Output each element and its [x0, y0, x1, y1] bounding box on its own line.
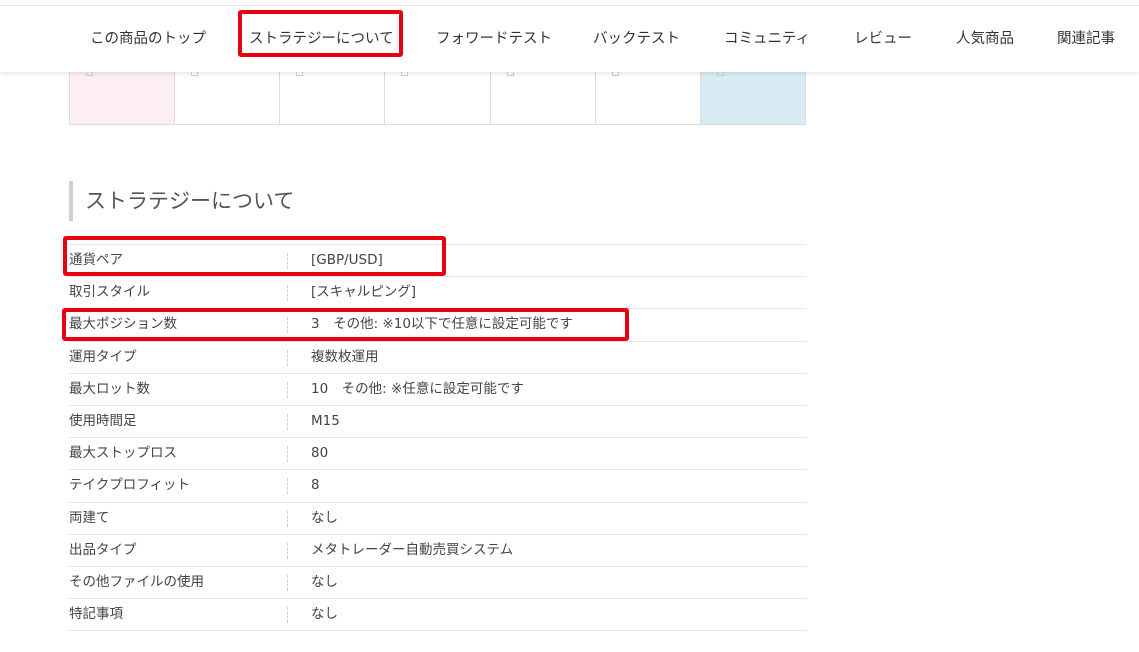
spec-value: 80	[311, 445, 329, 462]
divider	[287, 317, 288, 334]
product-nav-bar: この商品のトップ ストラテジーについて フォワードテスト バックテスト コミュニ…	[0, 5, 1139, 72]
nav-tab-popular[interactable]: 人気商品	[956, 6, 1014, 72]
nav-tab-related[interactable]: 関連記事	[1057, 6, 1115, 72]
spec-row-timeframe: 使用時間足 M15	[69, 406, 806, 439]
spec-value: 3 その他: ※10以下で任意に設定可能です	[311, 316, 573, 333]
divider	[287, 446, 288, 463]
spec-row-hedging: 両建て なし	[69, 503, 806, 535]
tile-marker	[611, 72, 619, 76]
spec-label: 最大ロット数	[69, 380, 150, 397]
nav-tab-product-top[interactable]: この商品のトップ	[90, 6, 206, 72]
tile-marker	[296, 72, 304, 76]
tile	[175, 72, 281, 124]
spec-value: 8	[311, 477, 320, 494]
nav-tab-forward-test[interactable]: フォワードテスト	[436, 6, 552, 72]
spec-row-take-profit: テイクプロフィット 8	[69, 470, 806, 503]
divider	[287, 478, 288, 495]
nav-tab-community[interactable]: コミュニティ	[724, 6, 810, 72]
spec-label: 最大ストップロス	[69, 445, 177, 462]
divider	[287, 542, 288, 559]
spec-label: 両建て	[69, 509, 110, 526]
spec-label: 通貨ペア	[69, 252, 123, 268]
tile-blue	[700, 72, 805, 124]
spec-label: 運用タイプ	[69, 348, 137, 365]
divider	[287, 381, 288, 398]
section-title: ストラテジーについて	[69, 181, 294, 221]
spec-label: 特記事項	[69, 606, 123, 623]
tile	[280, 72, 386, 124]
divider	[287, 510, 288, 527]
spec-label: その他ファイルの使用	[69, 573, 204, 590]
spec-value: 10 その他: ※任意に設定可能です	[311, 380, 524, 397]
tile	[385, 72, 491, 124]
divider	[287, 285, 288, 302]
spec-row-max-stop-loss: 最大ストップロス 80	[69, 438, 806, 471]
calendar-tile-strip	[69, 72, 806, 125]
spec-label: 出品タイプ	[69, 541, 137, 558]
tile-marker	[191, 72, 199, 76]
tile-marker	[86, 72, 93, 76]
spec-value: [GBP/USD]	[311, 252, 383, 268]
spec-label: テイクプロフィット	[69, 477, 190, 494]
divider	[287, 413, 288, 430]
nav-tab-review[interactable]: レビュー	[854, 6, 912, 72]
tile-marker	[716, 72, 724, 76]
spec-row-notes: 特記事項 なし	[69, 599, 806, 632]
nav-tab-strategy[interactable]: ストラテジーについて	[249, 6, 394, 72]
spec-row-max-lots: 最大ロット数 10 その他: ※任意に設定可能です	[69, 374, 806, 406]
nav-tab-backtest[interactable]: バックテスト	[593, 6, 680, 72]
spec-value: 複数枚運用	[311, 348, 379, 365]
tile	[596, 72, 701, 124]
spec-value: なし	[311, 573, 338, 590]
divider	[287, 253, 288, 269]
spec-row-max-positions: 最大ポジション数 3 その他: ※10以下で任意に設定可能です	[69, 309, 806, 342]
spec-value: [スキャルピング]	[311, 284, 417, 301]
spec-value: なし	[311, 509, 338, 526]
strategy-spec-table: 通貨ペア [GBP/USD] 取引スタイル [スキャルピング] 最大ポジション数…	[69, 244, 806, 632]
tile-marker	[506, 72, 514, 76]
tile	[491, 72, 596, 124]
spec-row-currency-pair: 通貨ペア [GBP/USD]	[69, 245, 806, 278]
divider	[287, 349, 288, 366]
tile-marker	[401, 72, 409, 76]
spec-label: 使用時間足	[69, 412, 137, 429]
spec-row-operation-type: 運用タイプ 複数枚運用	[69, 342, 806, 374]
spec-row-other-files: その他ファイルの使用 なし	[69, 567, 806, 600]
divider	[287, 607, 288, 624]
spec-label: 最大ポジション数	[69, 316, 177, 333]
tile-pink	[70, 72, 176, 124]
spec-value: M15	[311, 412, 340, 429]
spec-value: なし	[311, 606, 338, 623]
spec-value: メタトレーダー自動売買システム	[311, 541, 514, 558]
spec-row-listing-type: 出品タイプ メタトレーダー自動売買システム	[69, 535, 806, 567]
spec-label: 取引スタイル	[69, 284, 150, 301]
divider	[287, 574, 288, 591]
spec-row-trade-style: 取引スタイル [スキャルピング]	[69, 277, 806, 310]
